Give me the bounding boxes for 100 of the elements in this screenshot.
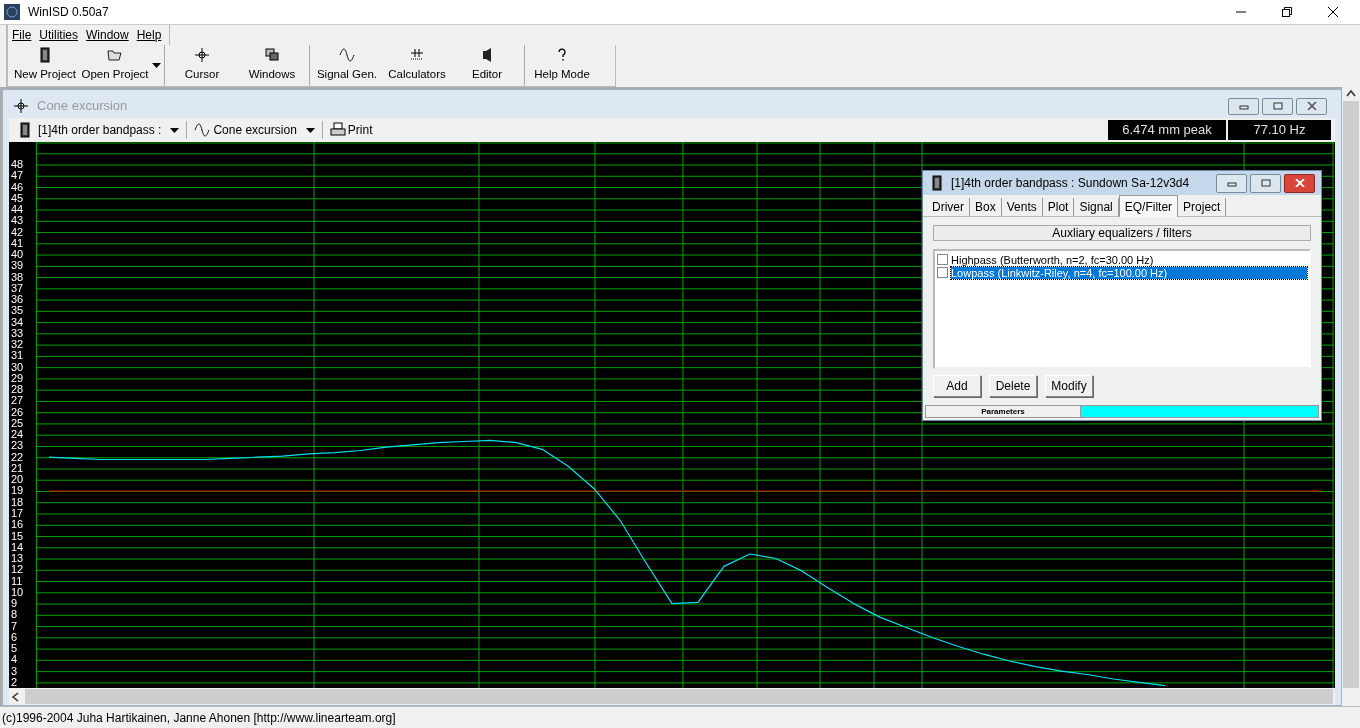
toolbar-button[interactable]: New Project xyxy=(10,45,80,86)
axis-label: 15 xyxy=(11,530,24,542)
axis-label: 16 xyxy=(11,519,24,531)
project-dropdown[interactable]: [1]4th order bandpass : xyxy=(13,120,184,140)
axis-label: 10 xyxy=(11,586,24,598)
window-title: WinISD 0.50a7 xyxy=(28,4,109,21)
maximize-icon xyxy=(1272,102,1283,110)
document-icon xyxy=(37,47,53,64)
app-icon xyxy=(4,4,20,20)
list-item[interactable]: Lowpass (Linkwitz-Riley, n=4, fc=100.00 Hz) xyxy=(951,266,1307,279)
toolbar-button[interactable]: Calculators xyxy=(382,45,452,86)
checkbox[interactable] xyxy=(937,254,948,265)
axis-label: 2 xyxy=(11,676,18,688)
axis-label: 40 xyxy=(11,249,24,261)
minimize-icon xyxy=(1238,102,1249,110)
close-icon xyxy=(1328,7,1338,17)
close-button[interactable] xyxy=(1284,173,1315,193)
axis-label: 36 xyxy=(11,294,24,306)
sine-wave-icon xyxy=(194,122,211,138)
axis-label: 3 xyxy=(11,665,18,677)
toolbar-button[interactable]: Cursor xyxy=(167,45,237,86)
status-text: (c)1996-2004 Juha Hartikainen, Janne Ahonen [http://www.linearteam.org] xyxy=(2,709,396,727)
axis-label: 17 xyxy=(11,508,24,519)
maximize-icon xyxy=(1282,7,1292,17)
crosshair-icon xyxy=(13,98,29,114)
printer-icon xyxy=(329,122,346,138)
axis-label: 39 xyxy=(11,260,24,272)
toolbar-button[interactable]: Editor xyxy=(452,45,522,86)
axis-label: 32 xyxy=(11,339,24,351)
axis-label: 34 xyxy=(11,316,24,328)
axis-label: 45 xyxy=(11,192,24,204)
minimize-icon xyxy=(1226,179,1237,187)
axis-label: 9 xyxy=(11,598,18,610)
axis-label: 30 xyxy=(11,361,24,373)
vertical-scrollbar[interactable] xyxy=(1342,87,1360,706)
horizontal-scrollbar[interactable] xyxy=(9,688,1335,705)
axis-label: 48 xyxy=(11,159,24,170)
plot-type-dropdown[interactable]: Cone excursion xyxy=(190,120,319,140)
axis-label: 38 xyxy=(11,271,24,283)
menu-item[interactable]: Help xyxy=(132,26,166,44)
tab[interactable]: EQ/Filter xyxy=(1118,195,1179,217)
axis-label: 12 xyxy=(11,564,24,576)
dialog-button[interactable]: Modify xyxy=(1045,375,1093,397)
toolbar-button[interactable]: Signal Gen. xyxy=(312,45,382,86)
axis-label: 46 xyxy=(11,181,24,193)
maximize-icon xyxy=(1260,179,1271,187)
dialog-button[interactable]: Delete xyxy=(989,375,1037,397)
axis-label: 33 xyxy=(11,327,24,339)
caret-icon xyxy=(151,63,161,68)
axis-label: 37 xyxy=(11,282,24,294)
axis-label: 23 xyxy=(11,440,24,452)
crosshair-icon xyxy=(194,47,210,64)
windows-icon xyxy=(264,47,280,64)
sine-wave-icon xyxy=(339,47,355,64)
axis-label: 26 xyxy=(11,406,24,418)
axis-label: 19 xyxy=(11,485,24,497)
print-button[interactable]: Print xyxy=(325,120,377,140)
checkbox[interactable] xyxy=(937,267,948,278)
caret-icon xyxy=(170,127,180,133)
toolbar-button[interactable]: Windows xyxy=(237,45,307,86)
toolbar-button[interactable]: Open Project xyxy=(80,45,150,86)
dialog-title: [1]4th order bandpass : Sundown Sa-12v3d4 xyxy=(951,175,1190,192)
axis-label: 47 xyxy=(11,170,24,182)
axis-label: 7 xyxy=(11,620,18,632)
menu-item[interactable]: File xyxy=(8,26,36,44)
axis-label: 20 xyxy=(11,474,24,486)
readout-display: 77.10 Hz xyxy=(1228,120,1331,140)
toolbar-button[interactable]: Help Mode xyxy=(527,45,597,86)
axis-label: 42 xyxy=(11,226,24,238)
axis-label: 35 xyxy=(11,305,24,317)
axis-label: 28 xyxy=(11,384,24,396)
axis-label: 43 xyxy=(11,215,24,227)
menu-item[interactable]: Window xyxy=(82,26,133,44)
minimize-button[interactable] xyxy=(1228,97,1259,115)
minimize-button[interactable] xyxy=(1216,173,1247,193)
close-icon xyxy=(1294,179,1305,187)
axis-label: 11 xyxy=(11,575,23,587)
plot-window-title: Cone excursion xyxy=(37,97,128,116)
axis-label: 14 xyxy=(11,541,24,553)
axis-label: 25 xyxy=(11,417,24,429)
axis-label: 24 xyxy=(11,429,24,441)
axis-label: 8 xyxy=(11,609,18,621)
axis-label: 4 xyxy=(11,654,18,666)
axis-label: 5 xyxy=(11,643,18,655)
axis-label: 31 xyxy=(11,350,24,362)
axis-label: 18 xyxy=(11,496,24,508)
axis-label: 29 xyxy=(11,372,24,384)
document-icon xyxy=(17,122,33,138)
readout-display: 6.474 mm peak xyxy=(1108,120,1226,140)
axis-label: 41 xyxy=(11,237,24,249)
caret-icon xyxy=(305,127,315,133)
document-icon xyxy=(929,175,945,191)
close-icon xyxy=(1306,102,1317,110)
axis-label: 21 xyxy=(11,462,24,474)
list-item[interactable]: Highpass (Butterworth, n=2, fc=30.00 Hz) xyxy=(951,253,1307,266)
close-button[interactable] xyxy=(1296,97,1327,115)
menu-item[interactable]: Utilities xyxy=(35,26,82,44)
axis-label: 22 xyxy=(11,451,24,463)
folder-icon xyxy=(107,47,123,64)
dialog-button[interactable]: Add xyxy=(933,375,981,397)
